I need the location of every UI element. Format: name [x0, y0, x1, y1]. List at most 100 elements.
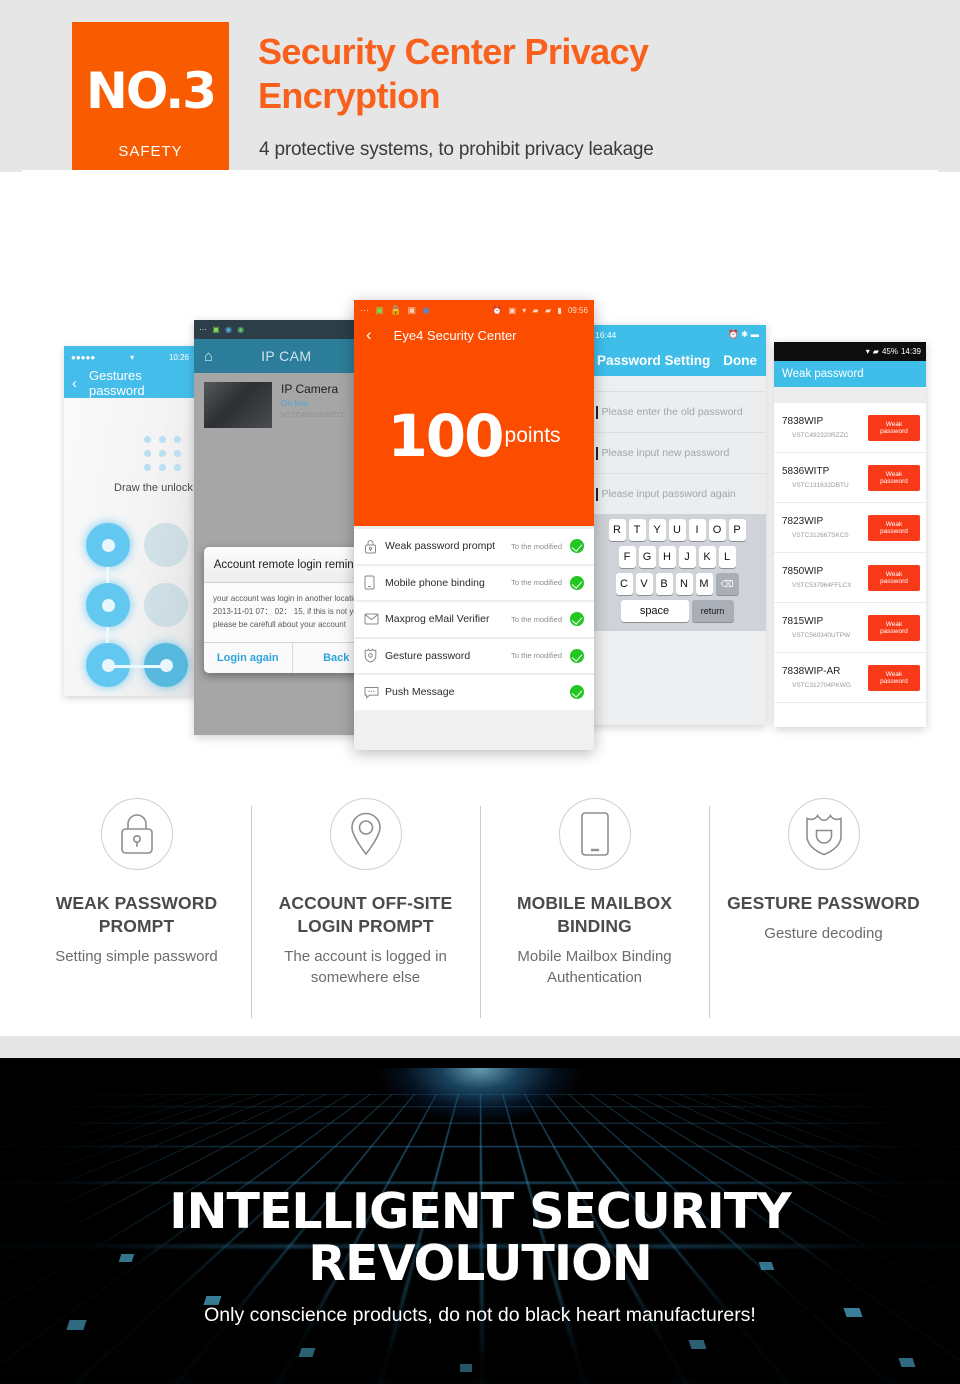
home-icon[interactable]: ⌂: [204, 348, 213, 365]
wifi-icon: ▾: [522, 305, 527, 315]
nav-bar: ‹ Gestures password: [64, 368, 196, 398]
page-subtitle: 4 protective systems, to prohibit privac…: [259, 139, 654, 160]
key[interactable]: U: [668, 519, 686, 541]
gesture-node[interactable]: [144, 523, 188, 567]
table-row[interactable]: 7815WIP VSTC560340UTPW Weak password: [774, 603, 926, 653]
list-item[interactable]: Push Message: [354, 675, 594, 710]
sd-card-icon: ▣: [508, 305, 517, 315]
key[interactable]: L: [718, 546, 736, 568]
key[interactable]: R: [608, 519, 626, 541]
key[interactable]: C: [615, 573, 633, 595]
gesture-line: [106, 567, 109, 583]
status-right-icons: ⏰ ✱ ▬: [728, 329, 759, 339]
shield-icon: [364, 648, 385, 663]
score-unit: points: [504, 424, 561, 447]
gesture-node[interactable]: [144, 583, 188, 627]
confirm-password-field[interactable]: Please input password again: [588, 473, 766, 514]
status-time: 16:44: [595, 329, 617, 340]
weak-password-badge[interactable]: Weak password: [868, 665, 920, 691]
new-password-placeholder: Please input new password: [601, 447, 730, 459]
dialog-line-3: please be carefull about your account: [213, 620, 346, 630]
feature-title: ACCOUNT OFF-SITE LOGIN PROMPT: [278, 893, 453, 937]
table-row[interactable]: 7838WIP-AR VSTC312704PKWG Weak password: [774, 653, 926, 703]
onscreen-keyboard[interactable]: R T Y U I O P F G H J K L C V B N M ⌫ sp…: [588, 514, 766, 631]
message-icon: ▣: [375, 304, 384, 315]
key[interactable]: O: [708, 519, 726, 541]
weak-password-badge[interactable]: Weak password: [868, 515, 920, 541]
old-password-field[interactable]: Please enter the old password: [588, 391, 766, 432]
list-item[interactable]: Weak password prompt To the modified: [354, 529, 594, 564]
nav-title: Password Setting: [597, 352, 711, 368]
phone-security-center: ⋯ ▣ 🔒 ▣ ◉ ⏰ ▣ ▾ ▰ ▰ ▮ 09:56 ‹ Eye4 Secur…: [354, 300, 594, 750]
done-button[interactable]: Done: [723, 353, 757, 368]
list-item-label: Gesture password: [385, 649, 471, 662]
bottom-banner: INTELLIGENT SECURITY REVOLUTION Only con…: [0, 1058, 960, 1384]
key[interactable]: G: [638, 546, 656, 568]
nav-title: Weak password: [782, 368, 864, 380]
camera-thumbnail: [204, 382, 272, 428]
table-row[interactable]: 5836WITP VSTC131632DBTU Weak password: [774, 453, 926, 503]
gesture-node[interactable]: [86, 523, 130, 567]
table-row[interactable]: 7838WIP VSTC492320RZZC Weak password: [774, 403, 926, 453]
text-caret: [596, 487, 598, 501]
feature-account-offsite-login: ACCOUNT OFF-SITE LOGIN PROMPT The accoun…: [251, 798, 480, 1036]
weak-password-badge[interactable]: Weak password: [868, 465, 920, 491]
app-icon: ◉: [422, 304, 431, 315]
phone-weak-password: ▾ ▰ 45% 14:39 Weak password 7838WIP VSTC…: [774, 342, 926, 727]
weak-password-badge[interactable]: Weak password: [868, 565, 920, 591]
new-password-field[interactable]: Please input new password: [588, 432, 766, 473]
more-icon: ⋯: [199, 325, 207, 334]
gesture-grid[interactable]: [86, 523, 196, 696]
key[interactable]: F: [618, 546, 636, 568]
list-item[interactable]: Gesture password To the modified: [354, 638, 594, 673]
key[interactable]: I: [688, 519, 706, 541]
back-icon[interactable]: ‹: [366, 325, 372, 345]
key[interactable]: K: [698, 546, 716, 568]
key[interactable]: P: [728, 519, 746, 541]
signal-icon: ▰: [532, 305, 539, 315]
key[interactable]: H: [658, 546, 676, 568]
return-key[interactable]: return: [691, 600, 734, 622]
key[interactable]: M: [695, 573, 713, 595]
signal-icon: ▰: [872, 347, 879, 356]
key[interactable]: N: [675, 573, 693, 595]
back-icon[interactable]: ‹: [72, 375, 77, 392]
list-item[interactable]: Maxprog eMail Verifier To the modified: [354, 602, 594, 637]
nav-bar: Password Setting Done: [588, 344, 766, 376]
check-icon: [570, 539, 584, 554]
feature-mobile-mailbox-binding: MOBILE MAILBOX BINDING Mobile Mailbox Bi…: [480, 798, 709, 1036]
weak-password-badge[interactable]: Weak password: [868, 415, 920, 441]
feature-row: WEAK PASSWORD PROMPT Setting simple pass…: [22, 798, 938, 1036]
gesture-node[interactable]: [86, 583, 130, 627]
score-hero: 100 points: [354, 350, 594, 526]
key[interactable]: Y: [648, 519, 666, 541]
space-key[interactable]: space: [620, 600, 689, 622]
gesture-line: [108, 665, 166, 668]
wifi-icon: ▾: [865, 347, 870, 356]
weak-password-list: 7838WIP VSTC492320RZZC Weak password 583…: [774, 403, 926, 703]
key[interactable]: B: [655, 573, 673, 595]
dialog-line-1: your account was login in another locati…: [213, 594, 362, 603]
feature-weak-password-prompt: WEAK PASSWORD PROMPT Setting simple pass…: [22, 798, 251, 1036]
battery-icon: ▮: [557, 305, 562, 315]
keyboard-row-2: F G H J K L: [590, 546, 764, 568]
list-item[interactable]: Mobile phone binding To the modified: [354, 565, 594, 600]
divider-strip: [0, 1036, 960, 1058]
app-icon: ◉: [225, 325, 233, 334]
backspace-key[interactable]: ⌫: [715, 573, 739, 595]
status-left-icons: ⋯ ▣ 🔒 ▣ ◉: [360, 305, 434, 316]
login-again-button[interactable]: Login again: [204, 642, 293, 673]
camera-name: IP Camera: [281, 382, 339, 396]
table-row[interactable]: 7823WIP VSTC312667SKCS Weak password: [774, 503, 926, 553]
feature-desc: Setting simple password: [55, 948, 218, 966]
nav-bar: ‹ Eye4 Security Center: [354, 320, 594, 350]
key[interactable]: T: [628, 519, 646, 541]
location-pin-icon: [329, 798, 402, 870]
status-right-icons: ⏰ ▣ ▾ ▰ ▰ ▮ 09:56: [488, 306, 588, 315]
table-row[interactable]: 7850WIP VSTC537964FFLCX Weak password: [774, 553, 926, 603]
key[interactable]: V: [635, 573, 653, 595]
weak-password-badge[interactable]: Weak password: [868, 615, 920, 641]
key[interactable]: J: [678, 546, 696, 568]
list-item-label: Weak password prompt: [385, 540, 496, 553]
mail-icon: [364, 613, 385, 625]
